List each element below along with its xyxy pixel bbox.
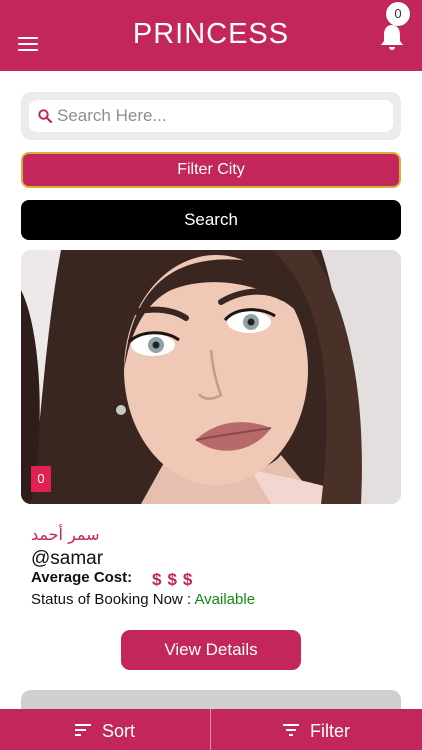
search-icon xyxy=(38,109,53,124)
profile-name: سمر أحمد xyxy=(31,525,100,544)
average-cost-value: $$$ xyxy=(152,570,199,589)
profile-photo-illustration xyxy=(21,250,401,504)
sort-label: Sort xyxy=(102,721,136,741)
filter-icon xyxy=(283,724,299,736)
booking-status-label: Status of Booking Now : xyxy=(31,591,192,608)
filter-label: Filter xyxy=(310,721,350,741)
notification-count-badge: 0 xyxy=(386,2,410,26)
sort-icon xyxy=(75,724,91,736)
photo-count-badge: 0 xyxy=(31,466,51,492)
bottom-action-bar: Sort Filter xyxy=(0,709,422,750)
filter-button[interactable]: Filter xyxy=(211,709,421,750)
app-title: PRINCESS xyxy=(132,18,290,50)
view-details-button[interactable]: View Details xyxy=(121,630,301,670)
top-app-bar: PRINCESS 0 xyxy=(0,0,422,71)
average-cost-label: Average Cost: xyxy=(31,569,133,586)
booking-status: Status of Booking Now : Available xyxy=(31,591,255,608)
profile-username: @samar xyxy=(31,548,104,569)
booking-status-value: Available xyxy=(194,591,256,608)
sort-button[interactable]: Sort xyxy=(0,709,210,750)
profile-photo[interactable] xyxy=(21,250,401,504)
bell-icon[interactable] xyxy=(378,22,406,52)
search-button[interactable]: Search xyxy=(21,200,401,240)
app-screen: PRINCESS 0 Filter City Search xyxy=(0,0,422,750)
search-input[interactable] xyxy=(57,100,387,132)
search-field xyxy=(29,100,393,132)
search-container xyxy=(21,92,401,140)
filter-city-button[interactable]: Filter City xyxy=(21,152,401,188)
